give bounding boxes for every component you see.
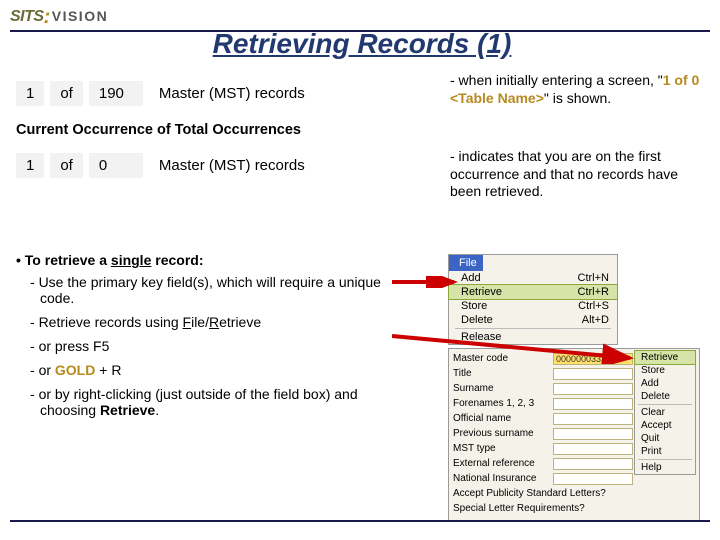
divider (638, 459, 692, 460)
brand-logo: SITS:VISION (10, 6, 108, 29)
instruction-item: Retrieve records using File/Retrieve (40, 314, 416, 330)
total-count: 0 (89, 153, 143, 178)
context-item: Store (635, 364, 695, 377)
form-row: Special Letter Requirements? (453, 501, 699, 516)
instructions-heading: • To retrieve a single record: (16, 252, 416, 268)
instruction-item: Use the primary key field(s), which will… (40, 274, 416, 306)
slide-title: Retrieving Records (1) (12, 28, 712, 60)
context-item: Add (635, 377, 695, 390)
table-name: Master (MST) records (159, 85, 305, 102)
counter-caption: Current Occurrence of Total Occurrences (16, 122, 301, 138)
note-meaning: - indicates that you are on the first oc… (450, 148, 712, 201)
context-item: Quit (635, 432, 695, 445)
of-label: of (50, 81, 83, 106)
divider (455, 328, 611, 329)
menu-item-retrieve: RetrieveCtrl+R (449, 285, 617, 299)
divider (638, 404, 692, 405)
menu-item-delete: DeleteAlt+D (449, 313, 617, 327)
table-name: Master (MST) records (159, 157, 305, 174)
menu-item-store: StoreCtrl+S (449, 299, 617, 313)
form-row: Accept Publicity Standard Letters? (453, 486, 699, 501)
record-counter-populated: 1 of 190 Master (MST) records (16, 78, 305, 108)
of-label: of (50, 153, 83, 178)
current-index: 1 (16, 153, 44, 178)
context-item: Print (635, 445, 695, 458)
record-counter-empty: 1 of 0 Master (MST) records (16, 150, 305, 180)
file-menu-screenshot: File AddCtrl+N RetrieveCtrl+R StoreCtrl+… (448, 254, 618, 345)
instructions: • To retrieve a single record: Use the p… (16, 252, 416, 426)
context-item-retrieve: Retrieve (635, 351, 695, 364)
note-initial-state: - when initially entering a screen, "1 o… (450, 72, 712, 107)
master-code-input: 000000033713 (553, 353, 633, 365)
current-index: 1 (16, 81, 44, 106)
logo-dots-icon: : (44, 6, 50, 29)
total-count: 190 (89, 81, 143, 106)
menu-item-release: Release (449, 330, 617, 344)
menu-item-add: AddCtrl+N (449, 271, 617, 285)
instruction-item: or GOLD + R (40, 362, 416, 378)
instruction-item: or by right-clicking (just outside of th… (40, 386, 416, 418)
context-menu-screenshot: Retrieve Store Add Delete Clear Accept Q… (634, 350, 696, 475)
context-item: Help (635, 461, 695, 474)
context-item: Clear (635, 406, 695, 419)
file-tab: File (449, 255, 483, 271)
context-item: Delete (635, 390, 695, 403)
context-item: Accept (635, 419, 695, 432)
divider (10, 520, 710, 522)
instruction-item: or press F5 (40, 338, 416, 354)
